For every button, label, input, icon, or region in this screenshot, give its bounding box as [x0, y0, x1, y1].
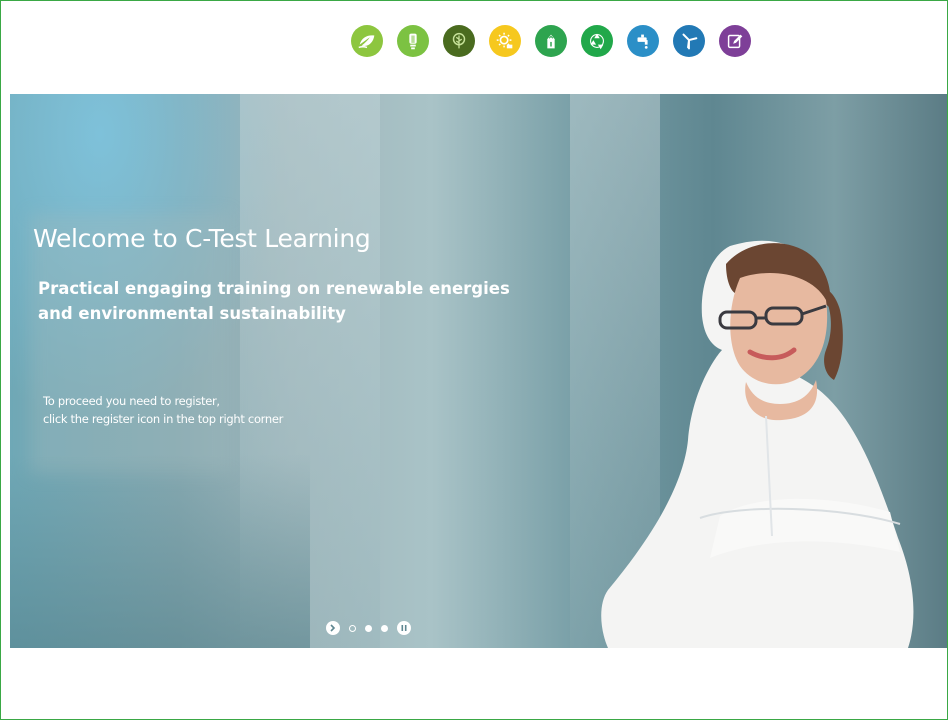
tree-icon[interactable] [443, 25, 475, 57]
slide-dot-2[interactable] [365, 624, 372, 632]
register-instructions-line: To proceed you need to register, [43, 394, 220, 408]
slide-dot-1[interactable] [349, 624, 356, 632]
hero-slider: Welcome to C-Test Learning Practical eng… [10, 94, 947, 648]
hero-title: Welcome to C-Test Learning [33, 224, 371, 253]
light-bulb-icon[interactable] [397, 25, 429, 57]
slider-controls [326, 621, 411, 635]
hero-subtitle-line: and environmental sustainability [38, 304, 346, 323]
slide-dot-3[interactable] [381, 624, 388, 632]
top-bar [1, 1, 947, 94]
register-instructions-line: click the register icon in the top right… [43, 412, 284, 426]
background-blur [30, 214, 230, 474]
category-icon-row [351, 25, 751, 57]
water-tap-icon[interactable] [627, 25, 659, 57]
chevron-right-icon[interactable] [326, 621, 340, 635]
page-frame: Welcome to C-Test Learning Practical eng… [0, 0, 948, 720]
hero-subtitle: Practical engaging training on renewable… [38, 276, 558, 326]
pause-icon[interactable] [397, 621, 411, 635]
sun-icon[interactable] [489, 25, 521, 57]
register-instructions: To proceed you need to register, click t… [43, 392, 403, 428]
wind-turbine-icon[interactable] [673, 25, 705, 57]
register-edit-icon[interactable] [719, 25, 751, 57]
woman-photo [601, 240, 914, 648]
power-plug-icon[interactable] [535, 25, 567, 57]
leaf-icon[interactable] [351, 25, 383, 57]
recycle-icon[interactable] [581, 25, 613, 57]
hero-subtitle-line: Practical engaging training on renewable… [38, 279, 510, 298]
background-blur [10, 454, 310, 648]
